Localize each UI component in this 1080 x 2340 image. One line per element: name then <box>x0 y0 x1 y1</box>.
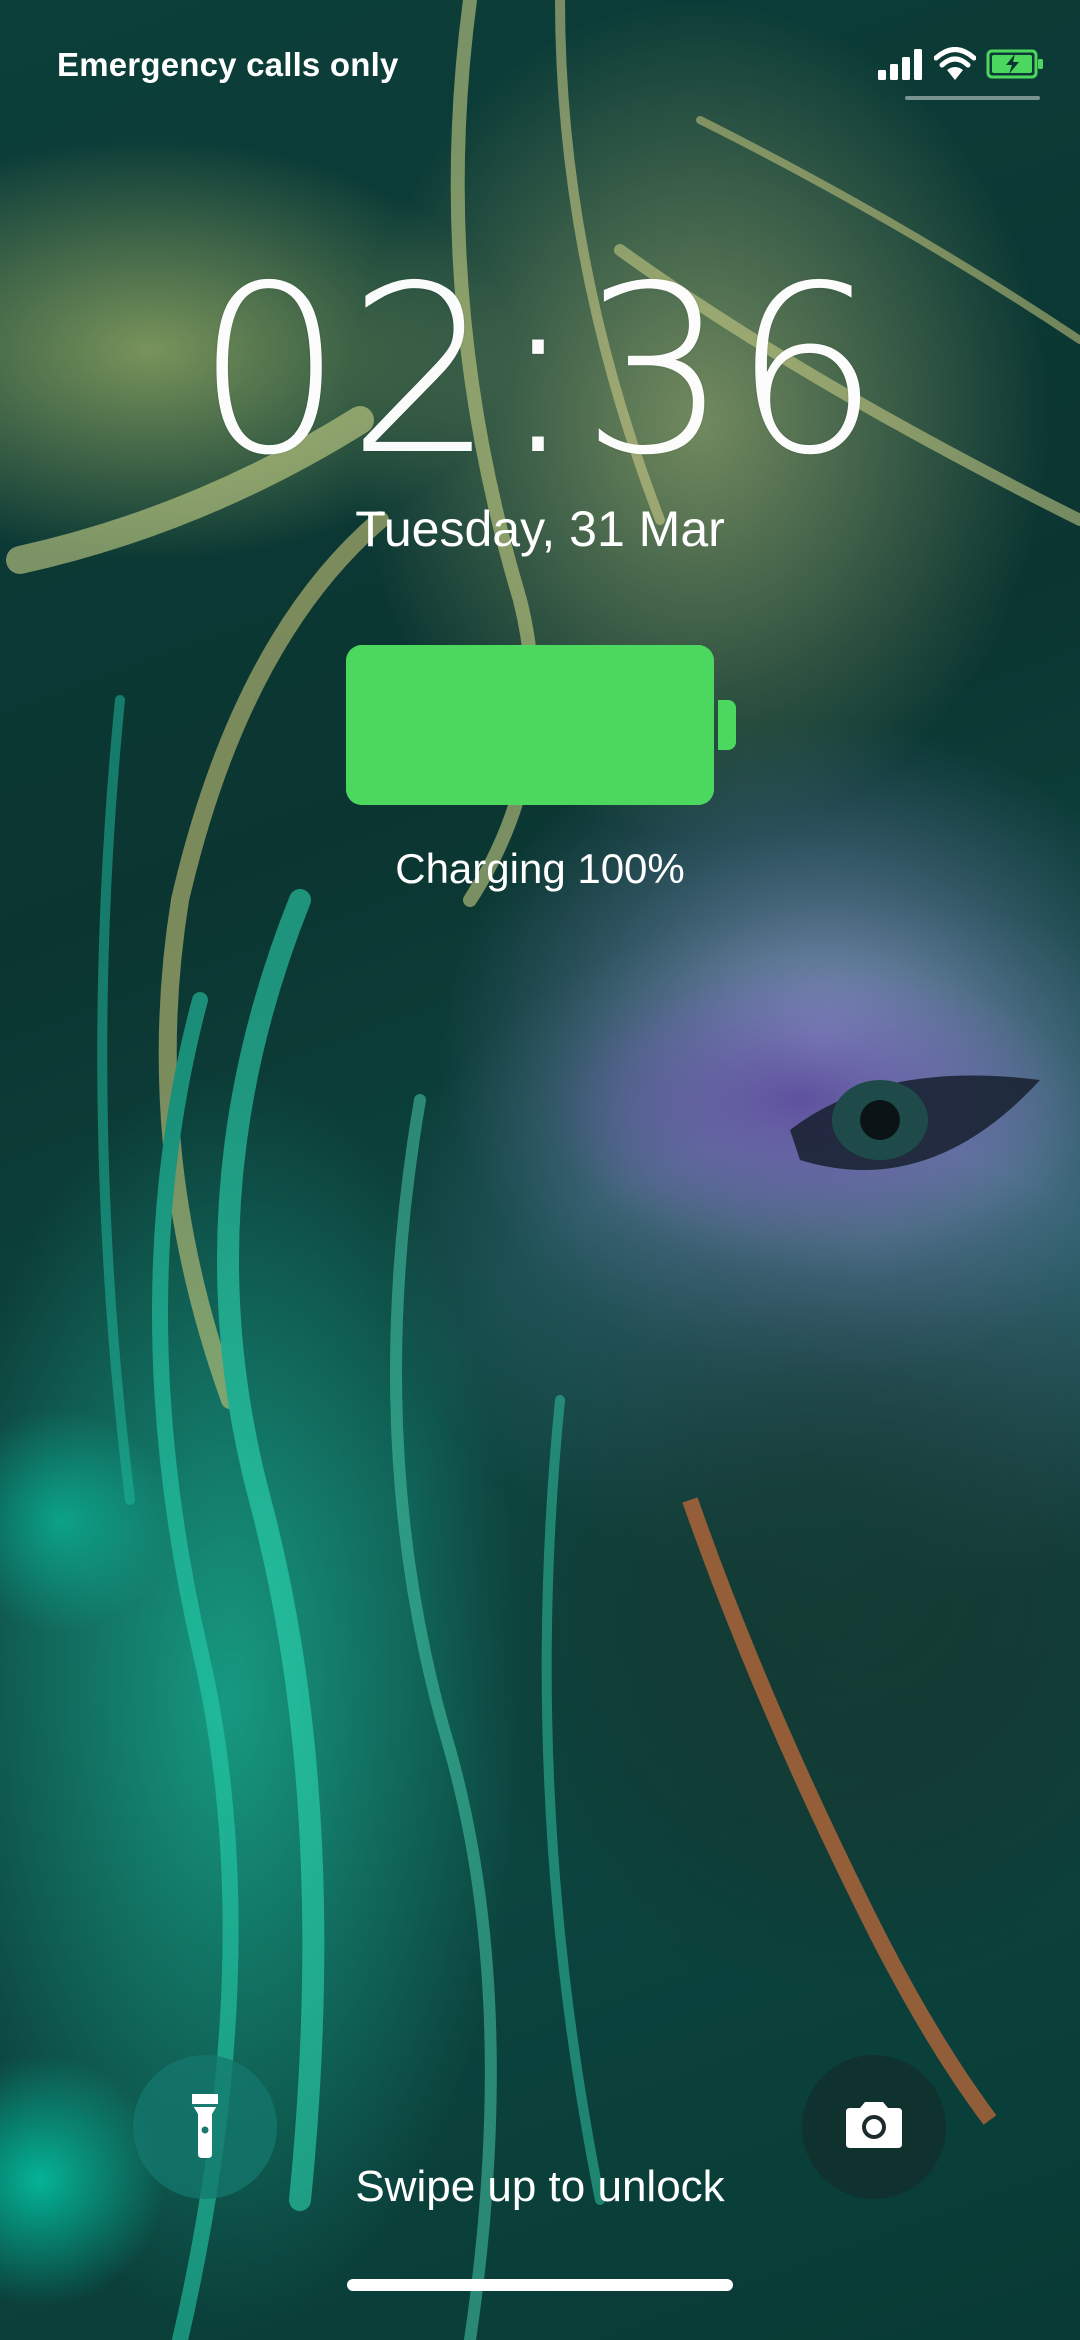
battery-charging-icon <box>986 48 1044 80</box>
battery-indicator <box>346 645 714 805</box>
home-indicator[interactable] <box>347 2279 733 2291</box>
clock-time: 02:36 <box>195 236 885 506</box>
camera-icon <box>842 2100 906 2155</box>
battery-terminal <box>718 700 736 750</box>
unlock-hint: Swipe up to unlock <box>355 2162 725 2211</box>
status-underline <box>905 96 1040 100</box>
status-icons <box>878 44 1044 84</box>
flashlight-icon <box>188 2090 222 2165</box>
clock-date: Tuesday, 31 Mar <box>355 501 725 557</box>
signal-icon <box>878 48 924 80</box>
wifi-icon <box>934 47 976 81</box>
carrier-text: Emergency calls only <box>57 46 399 83</box>
charging-status: Charging 100% <box>395 845 685 892</box>
battery-level-fill <box>346 645 714 805</box>
status-bar: Emergency calls only <box>0 0 1080 130</box>
